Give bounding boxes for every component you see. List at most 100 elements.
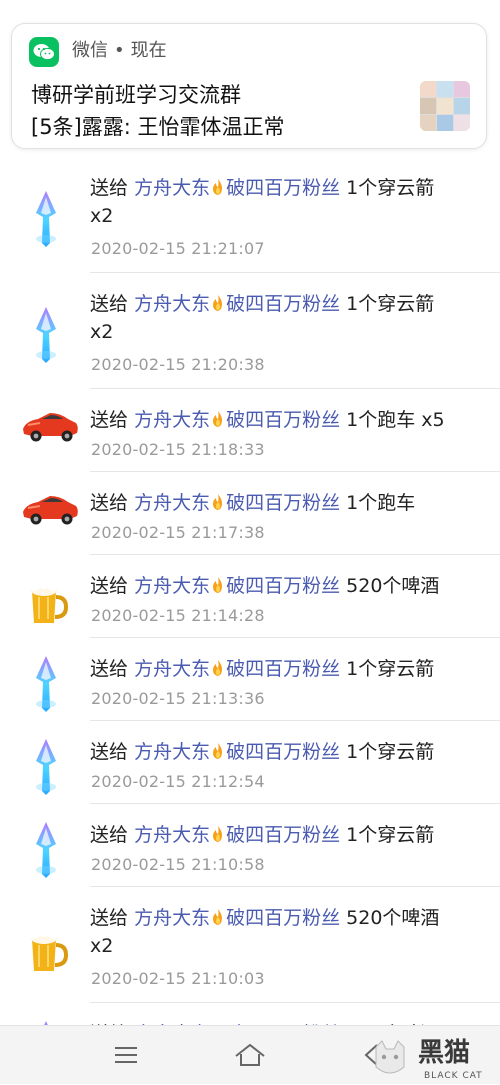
gift-timestamp: 2020-02-15 21:12:54 — [91, 772, 265, 791]
recipient-link[interactable]: 方舟大东破四百万粉丝 — [134, 293, 340, 315]
gift-prefix: 送给 — [90, 824, 129, 846]
recipient-name: 方舟大东 — [134, 741, 211, 763]
gift-record-row[interactable]: 送给 方舟大东 破四百万粉丝 1个穿云箭 x2 2020-02-15 21:20:38 — [0, 273, 500, 389]
recipient-link[interactable]: 方舟大东破四百万粉丝 — [134, 575, 340, 597]
notification-separator: • — [114, 40, 125, 61]
gift-description: 送给 方舟大东 破四百万粉丝 1个穿云箭 x2 — [90, 174, 480, 230]
gift-item: 1个穿云箭 — [346, 293, 435, 315]
gift-prefix: 送给 — [90, 907, 129, 929]
group-avatar — [420, 81, 470, 131]
gift-prefix: 送给 — [90, 409, 129, 431]
fire-icon — [210, 292, 226, 311]
recipient-link[interactable]: 方舟大东破四百万粉丝 — [134, 907, 340, 929]
recipient-title: 破四百万粉丝 — [226, 824, 341, 846]
arrow-gift-icon — [20, 654, 72, 712]
beer-mug-icon — [20, 919, 72, 971]
recipient-link[interactable]: 方舟大东破四百万粉丝 — [134, 824, 340, 846]
gift-item: 520个啤酒 — [346, 575, 440, 597]
fire-icon — [210, 491, 226, 510]
gift-record-row[interactable]: 送给 方舟大东 破四百万粉丝 1个穿云箭 2020-02-15 21:13:36 — [0, 638, 500, 721]
notification-app-name: 微信 — [72, 40, 108, 61]
recipient-link[interactable]: 方舟大东破四百万粉丝 — [134, 409, 340, 431]
gift-description: 送给 方舟大东 破四百万粉丝 1个跑车 x5 — [90, 406, 480, 434]
gift-item: 1个穿云箭 — [346, 741, 435, 763]
recipient-title: 破四百万粉丝 — [226, 907, 341, 929]
notification-title: 博研学前班学习交流群 — [31, 83, 241, 107]
sports-car-icon — [20, 488, 78, 540]
gift-prefix: 送给 — [90, 658, 129, 680]
gift-description: 送给 方舟大东破四百万粉丝 520个啤酒 — [90, 572, 480, 600]
fire-icon — [210, 408, 226, 427]
recipient-name: 方舟大东 — [134, 492, 211, 514]
recipient-name: 方舟大东 — [134, 177, 211, 199]
gift-timestamp: 2020-02-15 21:10:03 — [91, 969, 265, 988]
gift-prefix: 送给 — [90, 177, 129, 199]
gift-record-row[interactable]: 送给 方舟大东 破四百万粉丝 1个穿云箭 x2 2020-02-15 21:21:07 — [0, 157, 500, 273]
arrow-gift-icon — [20, 820, 72, 878]
recipient-name: 方舟大东 — [134, 293, 211, 315]
gift-item: 1个穿云箭 — [346, 824, 435, 846]
gift-description: 送给 方舟大东 破四百万粉丝 1个穿云箭 — [90, 655, 480, 683]
gift-item: 1个穿云箭 — [346, 658, 435, 680]
gift-description: 送给 方舟大东 破四百万粉丝 1个跑车 — [90, 489, 480, 517]
gift-record-row[interactable]: 送给 方舟大东 破四百万粉丝 520个啤酒 x2 2020-02-15 21:10:0… — [0, 887, 500, 1003]
notification-banner[interactable]: 微信 • 现在 博研学前班学习交流群 [5条]露露: 王怡霏体温正常 — [11, 23, 487, 149]
wechat-icon — [29, 37, 59, 67]
gift-multiplier: x2 — [90, 321, 114, 343]
notification-time: 现在 — [130, 40, 167, 61]
recipient-title: 破四百万粉丝 — [226, 177, 341, 199]
gift-description: 送给 方舟大东 破四百万粉丝 520个啤酒 x2 — [90, 904, 480, 960]
gift-record-list[interactable]: 送给 方舟大东 破四百万粉丝 1个穿云箭 x2 2020-02-15 21:21:07… — [0, 157, 500, 1077]
watermark-title: 黑猫 — [418, 1038, 471, 1068]
fire-icon — [210, 823, 226, 842]
gift-description: 送给 方舟大东 破四百万粉丝 1个穿云箭 — [90, 738, 480, 766]
gift-timestamp: 2020-02-15 21:17:38 — [91, 523, 265, 542]
gift-timestamp: 2020-02-15 21:10:58 — [91, 855, 265, 874]
gift-item: 520个啤酒 — [346, 907, 440, 929]
recipient-title: 破四百万粉丝 — [226, 575, 341, 597]
gift-timestamp: 2020-02-15 21:21:07 — [91, 239, 265, 258]
recipient-link[interactable]: 方舟大东破四百万粉丝 — [134, 177, 340, 199]
recipient-title: 破四百万粉丝 — [226, 741, 341, 763]
recipient-link[interactable]: 方舟大东破四百万粉丝 — [134, 492, 340, 514]
notification-message: [5条]露露: 王怡霏体温正常 — [31, 115, 285, 139]
gift-item: 1个跑车 — [346, 492, 416, 514]
notification-meta: 微信 • 现在 — [72, 40, 167, 62]
recipient-name: 方舟大东 — [134, 575, 211, 597]
gift-description: 送给 方舟大东 破四百万粉丝 1个穿云箭 x2 — [90, 290, 480, 346]
recipient-title: 破四百万粉丝 — [226, 658, 341, 680]
gift-record-row[interactable]: 送给 方舟大东 破四百万粉丝 1个跑车 2020-02-15 21:17:38 — [0, 472, 500, 555]
watermark-subtitle: BLACK CAT — [424, 1071, 483, 1081]
recipient-link[interactable]: 方舟大东破四百万粉丝 — [134, 741, 340, 763]
recipient-link[interactable]: 方舟大东破四百万粉丝 — [134, 658, 340, 680]
gift-timestamp: 2020-02-15 21:20:38 — [91, 355, 265, 374]
gift-prefix: 送给 — [90, 293, 129, 315]
gift-description: 送给 方舟大东 破四百万粉丝 1个穿云箭 — [90, 821, 480, 849]
beer-mug-icon — [20, 571, 72, 623]
recipient-title: 破四百万粉丝 — [226, 409, 341, 431]
fire-icon — [210, 574, 226, 593]
home-icon[interactable] — [233, 1040, 265, 1070]
arrow-gift-icon — [20, 737, 72, 795]
gift-record-row[interactable]: 送给 方舟大东 破四百万粉丝 1个穿云箭 2020-02-15 21:10:58 — [0, 804, 500, 887]
gift-multiplier: x2 — [90, 205, 114, 227]
gift-record-row[interactable]: 送给 方舟大东 破四百万粉丝 1个跑车 x5 2020-02-15 21:18:33 — [0, 389, 500, 472]
recipient-name: 方舟大东 — [134, 824, 211, 846]
gift-record-row[interactable]: 送给 方舟大东 破四百万粉丝 520个啤酒 2020-02-15 21:14:28 — [0, 555, 500, 638]
fire-icon — [210, 657, 226, 676]
black-cat-watermark: 黑猫 BLACK CAT — [368, 1037, 486, 1081]
recipient-title: 破四百万粉丝 — [226, 293, 341, 315]
recipient-name: 方舟大东 — [134, 409, 211, 431]
fire-icon — [210, 176, 226, 195]
recipient-name: 方舟大东 — [134, 658, 211, 680]
menu-icon[interactable] — [110, 1040, 142, 1070]
gift-timestamp: 2020-02-15 21:13:36 — [91, 689, 265, 708]
gift-item: 1个跑车 x5 — [346, 409, 445, 431]
gift-prefix: 送给 — [90, 575, 129, 597]
arrow-gift-icon — [20, 305, 72, 363]
fire-icon — [210, 740, 226, 759]
sports-car-icon — [20, 405, 78, 457]
gift-prefix: 送给 — [90, 492, 129, 514]
gift-record-row[interactable]: 送给 方舟大东 破四百万粉丝 1个穿云箭 2020-02-15 21:12:54 — [0, 721, 500, 804]
gift-timestamp: 2020-02-15 21:18:33 — [91, 440, 265, 459]
